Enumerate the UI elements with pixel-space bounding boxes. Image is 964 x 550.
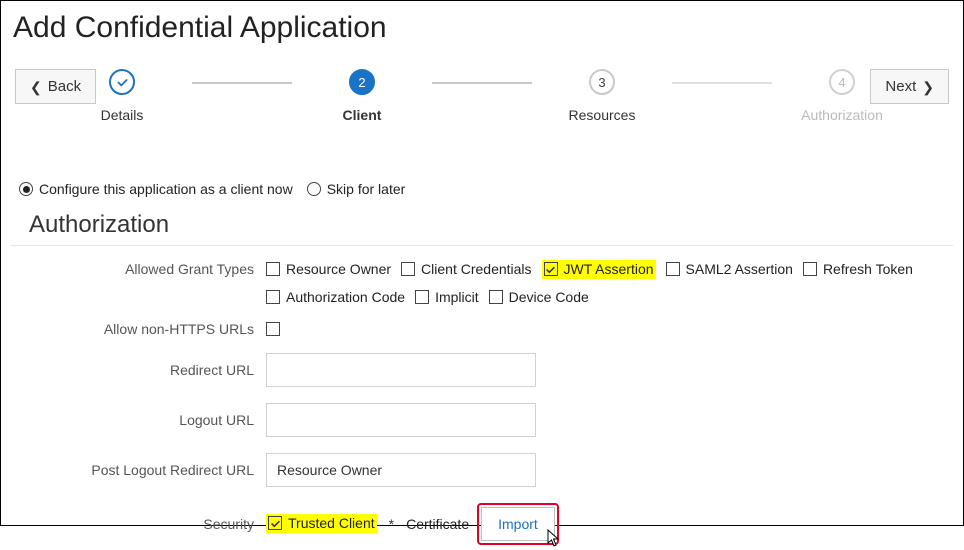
step-number-icon: 3 (589, 69, 615, 95)
checkbox-label: SAML2 Assertion (686, 261, 793, 277)
next-button[interactable]: Next ❯ (870, 69, 949, 104)
checkbox-saml2-assertion[interactable]: SAML2 Assertion (666, 261, 793, 277)
checkbox-label: Refresh Token (823, 261, 913, 277)
checkbox-jwt-assertion[interactable]: JWT Assertion (544, 261, 654, 277)
checkbox-device-code[interactable]: Device Code (489, 289, 589, 305)
highlight-region: JWT Assertion (542, 260, 656, 279)
checkbox-icon (401, 262, 415, 276)
checkbox-icon (268, 516, 282, 530)
logout-url-input[interactable] (266, 403, 536, 437)
post-logout-redirect-input[interactable] (266, 453, 536, 487)
label-security: Security (11, 516, 266, 532)
checkbox-client-credentials[interactable]: Client Credentials (401, 261, 532, 277)
checkbox-label: Authorization Code (286, 289, 405, 305)
radio-label: Skip for later (327, 181, 406, 197)
checkmark-icon (109, 69, 135, 95)
wizard-step-label: Resources (569, 107, 636, 123)
label-redirect-url: Redirect URL (11, 362, 266, 378)
wizard-connector (432, 82, 532, 84)
divider (11, 245, 953, 246)
checkbox-label: Resource Owner (286, 261, 391, 277)
wizard-connector (192, 82, 292, 84)
wizard-connector (672, 82, 772, 84)
radio-skip-later[interactable]: Skip for later (307, 181, 406, 197)
checkbox-non-https[interactable] (266, 322, 280, 336)
highlight-region: Trusted Client (266, 514, 377, 533)
checkbox-icon (266, 290, 280, 304)
checkbox-authorization-code[interactable]: Authorization Code (266, 289, 405, 305)
checkbox-icon (666, 262, 680, 276)
section-heading: Authorization (29, 211, 953, 239)
wizard-step-label: Authorization (801, 107, 883, 123)
checkbox-icon (266, 262, 280, 276)
label-post-logout-url: Post Logout Redirect URL (11, 462, 266, 478)
checkbox-label: Implicit (435, 289, 479, 305)
radio-label: Configure this application as a client n… (39, 181, 293, 197)
certificate-label: Certificate (406, 516, 469, 532)
label-logout-url: Logout URL (11, 412, 266, 428)
step-number-icon: 2 (349, 69, 375, 95)
wizard-step-details[interactable]: Details (52, 69, 192, 123)
checkbox-icon (415, 290, 429, 304)
label-non-https: Allow non-HTTPS URLs (11, 321, 266, 337)
checkbox-icon (544, 262, 558, 276)
step-number-icon: 4 (829, 69, 855, 95)
wizard-step-resources[interactable]: 3 Resources (532, 69, 672, 123)
import-button[interactable]: Import (481, 507, 555, 541)
chevron-right-icon: ❯ (922, 80, 934, 94)
checkbox-label: Trusted Client (288, 515, 375, 531)
checkbox-label: Client Credentials (421, 261, 532, 277)
radio-configure-now[interactable]: Configure this application as a client n… (19, 181, 293, 197)
radio-icon (19, 182, 33, 196)
radio-icon (307, 182, 321, 196)
wizard-step-label: Details (101, 107, 144, 123)
checkbox-refresh-token[interactable]: Refresh Token (803, 261, 913, 277)
redirect-url-input[interactable] (266, 353, 536, 387)
next-button-label: Next (885, 78, 916, 95)
wizard-step-client[interactable]: 2 Client (292, 69, 432, 123)
checkbox-icon (803, 262, 817, 276)
callout-box: Import (477, 503, 559, 545)
checkbox-trusted-client[interactable]: Trusted Client (268, 515, 375, 531)
wizard-step-label: Client (343, 107, 382, 123)
label-grant-types: Allowed Grant Types (11, 261, 266, 277)
checkbox-resource-owner[interactable]: Resource Owner (266, 261, 391, 277)
required-asterisk: * (389, 516, 394, 532)
checkbox-label: Device Code (509, 289, 589, 305)
checkbox-label: JWT Assertion (564, 261, 654, 277)
checkbox-icon (489, 290, 503, 304)
page-title: Add Confidential Application (13, 11, 953, 45)
checkbox-implicit[interactable]: Implicit (415, 289, 479, 305)
